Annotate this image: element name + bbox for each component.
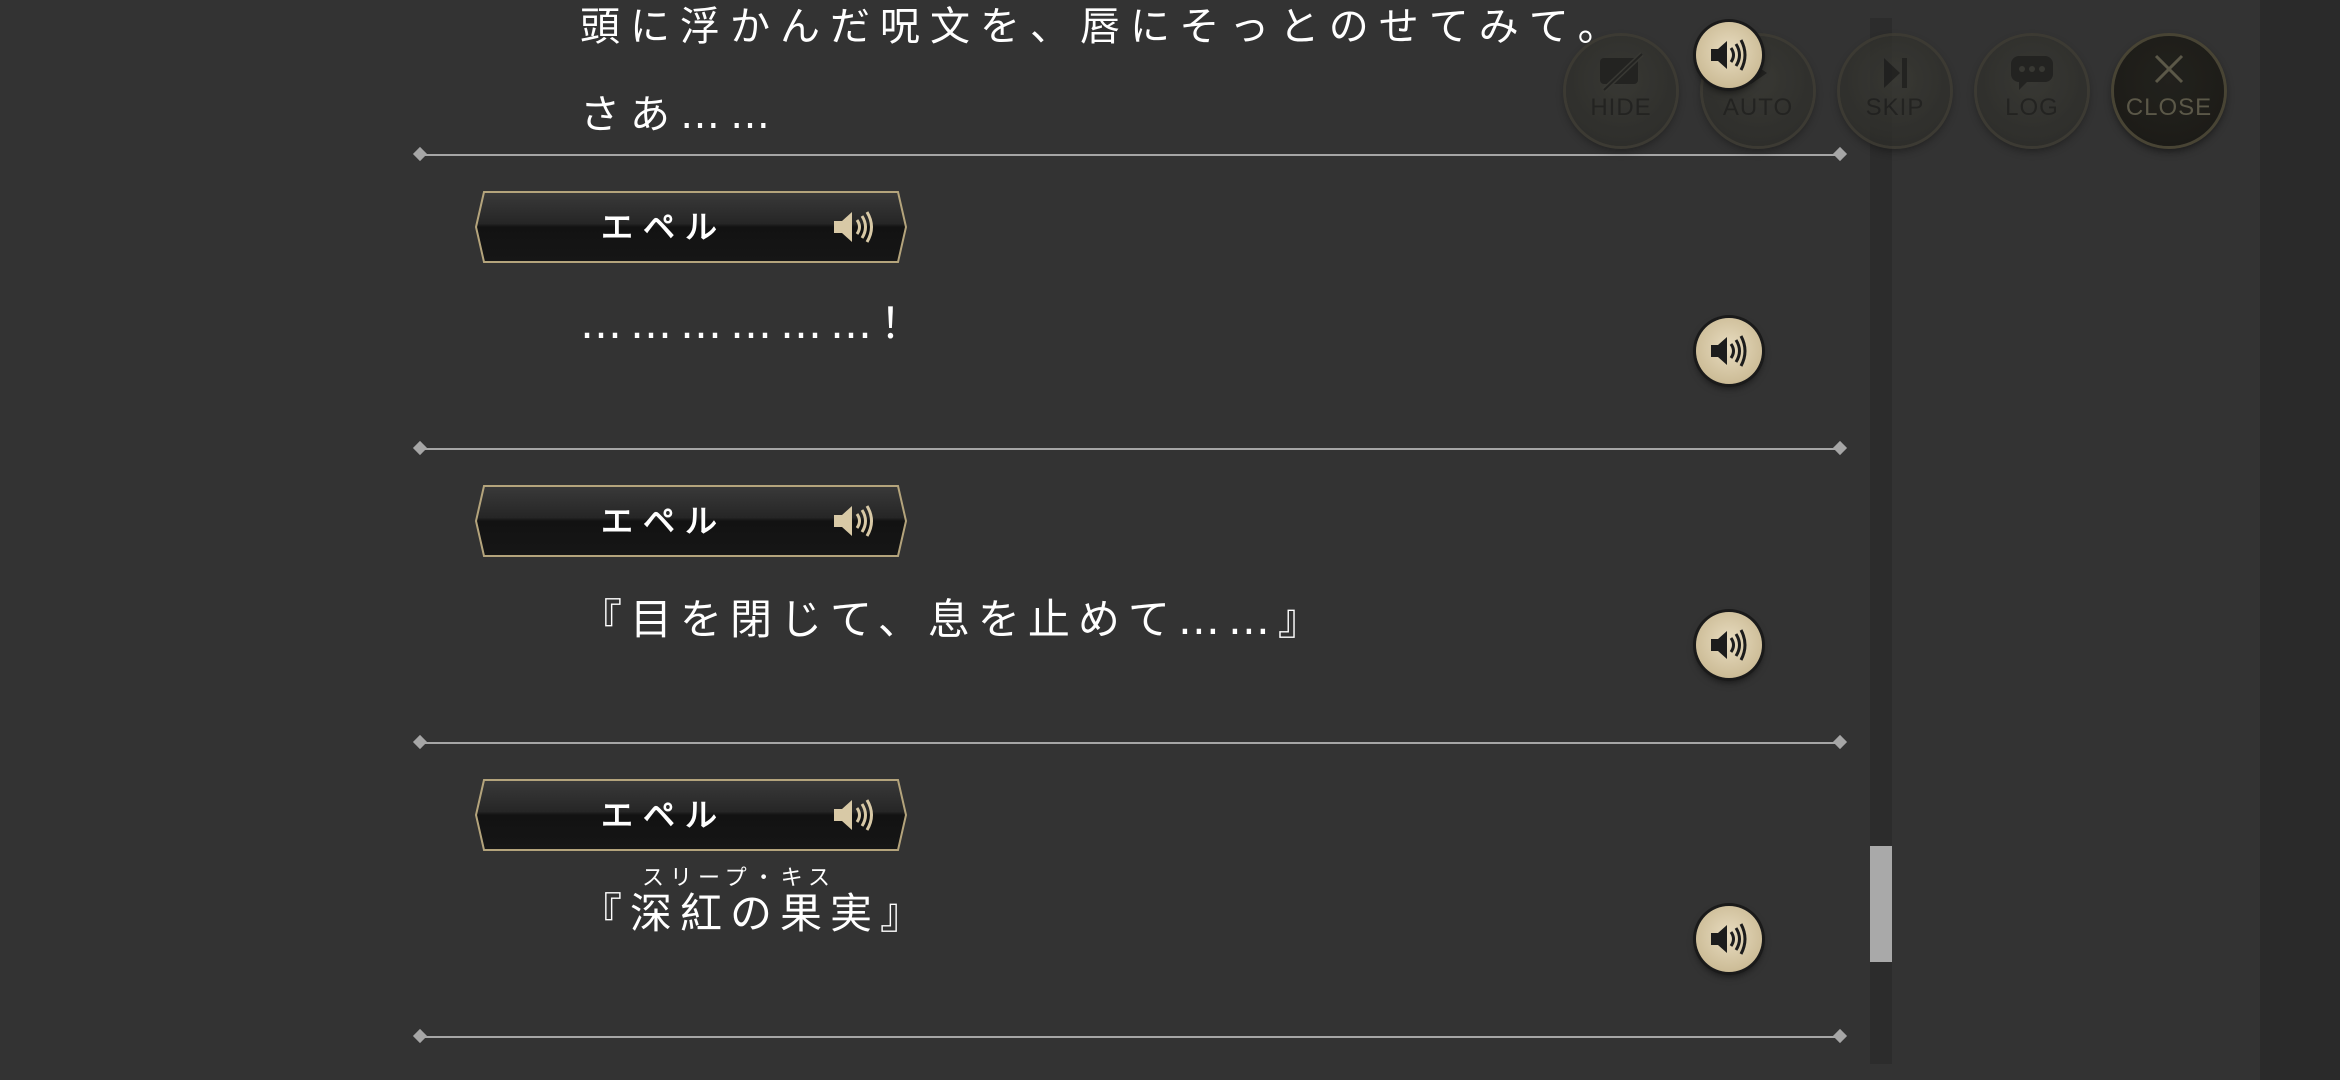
- speaker-icon: [834, 211, 873, 243]
- hide-icon: [1600, 52, 1644, 92]
- close-icon: [2154, 54, 2184, 84]
- hide-button[interactable]: HIDE: [1566, 36, 1676, 146]
- log-button[interactable]: LOG: [1977, 36, 2087, 146]
- voice-replay-button[interactable]: [1696, 22, 1762, 88]
- log-label: LOG: [2005, 94, 2059, 121]
- auto-label: AUTO: [1722, 94, 1794, 121]
- dialogue-text: 『深紅の果実』: [580, 889, 931, 938]
- dialogue-text: ………………！: [580, 299, 931, 348]
- speaker-name: エペル: [600, 502, 727, 540]
- speaker-nameplate: エペル: [474, 778, 908, 852]
- entry-divider: [420, 742, 1840, 744]
- dialogue-text-partial-2: さあ……: [580, 92, 780, 138]
- scrollbar-track[interactable]: [1870, 18, 1892, 1064]
- speaker-icon: [1711, 39, 1747, 71]
- dialogue-text-partial: 頭に浮かんだ呪文を、唇にそっとのせてみて。: [580, 4, 1628, 50]
- speaker-icon: [834, 799, 873, 831]
- voice-replay-button[interactable]: [1696, 906, 1762, 972]
- side-panel: [2260, 0, 2340, 1080]
- skip-label: SKIP: [1865, 94, 1925, 121]
- speaker-icon: [1711, 335, 1747, 367]
- entry-divider: [420, 448, 1840, 450]
- close-label: CLOSE: [2125, 94, 2213, 121]
- speaker-icon: [834, 505, 873, 537]
- close-button[interactable]: CLOSE: [2114, 36, 2224, 146]
- scrollbar-thumb[interactable]: [1870, 846, 1892, 962]
- voice-replay-button[interactable]: [1696, 612, 1762, 678]
- chat-bubble-icon: [2011, 56, 2053, 90]
- skip-icon: [1884, 58, 1907, 88]
- dialogue-text: 『目を閉じて、息を止めて……』: [580, 595, 1328, 644]
- speaker-icon: [1711, 629, 1747, 661]
- speaker-name: エペル: [600, 796, 727, 834]
- speaker-nameplate: エペル: [474, 484, 908, 558]
- entry-divider: [420, 154, 1840, 156]
- backlog-screen: 頭に浮かんだ呪文を、唇にそっとのせてみて。 さあ…… エペル ………………！ エ…: [0, 0, 2340, 1080]
- skip-button[interactable]: SKIP: [1840, 36, 1950, 146]
- entry-divider: [420, 1036, 1840, 1038]
- voice-replay-button[interactable]: [1696, 318, 1762, 384]
- speaker-nameplate: エペル: [474, 190, 908, 264]
- speaker-icon: [1711, 923, 1747, 955]
- hide-label: HIDE: [1590, 94, 1652, 121]
- speaker-name: エペル: [600, 208, 727, 246]
